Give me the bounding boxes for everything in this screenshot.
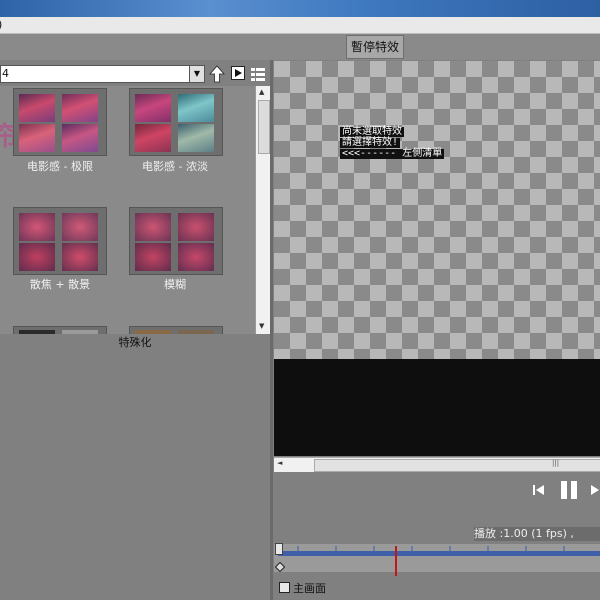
effect-tile-partial[interactable] xyxy=(129,326,223,334)
main-screen-checkbox[interactable] xyxy=(279,582,290,593)
vertical-scrollbar[interactable]: ▲ ▼ xyxy=(255,86,271,334)
title-text: ) xyxy=(0,18,2,31)
thumbnail xyxy=(178,94,214,122)
thumbnail xyxy=(135,94,171,122)
thumbnail xyxy=(62,124,98,152)
dropdown-arrow-icon[interactable]: ▼ xyxy=(189,66,204,82)
message-line: 尚未選取特效 xyxy=(340,126,404,137)
scroll-up-icon[interactable]: ▲ xyxy=(259,88,264,96)
thumbnail xyxy=(135,124,171,152)
thumbnail xyxy=(19,124,55,152)
effect-thumbnail-grid: 帘 电影感 - 极限 电影感 - 浓淡 散焦 + 散景 模糊 xyxy=(0,86,255,334)
thumbnail xyxy=(62,243,98,271)
effect-category-select[interactable]: 4 ▼ xyxy=(0,65,205,83)
timeline-ticks xyxy=(297,546,565,552)
category-value: 4 xyxy=(2,67,9,80)
list-view-icon[interactable] xyxy=(251,67,265,81)
thumbnail xyxy=(19,213,55,241)
message-line: 請選擇特效! xyxy=(340,137,401,148)
thumbnail xyxy=(178,213,214,241)
effect-tile-defocus-bokeh[interactable] xyxy=(13,207,107,275)
toolbar-strip xyxy=(0,34,600,60)
keyframe-diamond-icon[interactable] xyxy=(275,562,285,572)
message-line: <<<------ 左側清單 xyxy=(340,148,445,159)
left-panel-empty xyxy=(0,350,272,600)
thumbnail xyxy=(135,213,171,241)
skip-forward-icon[interactable] xyxy=(590,484,600,496)
effect-tile-blur[interactable] xyxy=(129,207,223,275)
skip-back-icon[interactable] xyxy=(533,484,545,496)
scroll-grip-icon: ||| xyxy=(552,459,560,467)
timeline-playhead[interactable] xyxy=(395,546,397,576)
thumbnail xyxy=(62,213,98,241)
thumbnail xyxy=(178,124,214,152)
effect-label: 模糊 xyxy=(164,278,186,291)
main-screen-label: 主画面 xyxy=(293,582,326,595)
preview-black-area xyxy=(274,359,600,456)
window-top-gradient xyxy=(0,0,600,17)
panel-divider[interactable] xyxy=(270,60,273,600)
effect-tile-partial[interactable] xyxy=(13,326,107,334)
scroll-thumb[interactable] xyxy=(258,100,270,154)
no-effect-message: 尚未選取特效 請選擇特效! <<<------ 左側清單 xyxy=(340,126,445,160)
thumbnail xyxy=(62,94,98,122)
preview-play-icon[interactable] xyxy=(231,66,245,80)
effect-tile-cinematic-extreme[interactable] xyxy=(13,88,107,156)
effect-label: 电影感 - 极限 xyxy=(27,160,93,173)
window-top-strip xyxy=(0,0,600,17)
scroll-down-icon[interactable]: ▼ xyxy=(259,322,264,330)
effect-label: 电影感 - 浓淡 xyxy=(142,160,208,173)
thumbnail xyxy=(135,243,171,271)
scroll-left-icon[interactable]: ◄ xyxy=(277,459,282,467)
pause-icon[interactable] xyxy=(559,480,579,500)
playback-status: 播放 :1.00 (1 fps) , xyxy=(474,527,600,541)
thumbnail xyxy=(19,243,55,271)
thumbnail xyxy=(19,94,55,122)
stop-effect-button[interactable]: 暫停特效 xyxy=(346,35,404,59)
timeline-start-marker[interactable] xyxy=(275,543,283,555)
thumbnail xyxy=(178,243,214,271)
preview-canvas xyxy=(274,61,600,359)
horizontal-scrollbar[interactable]: ◄ ||| xyxy=(274,457,600,472)
selected-effect-caption: 特殊化 xyxy=(118,336,152,349)
up-arrow-icon[interactable] xyxy=(209,65,225,83)
effect-tile-cinematic-intensity[interactable] xyxy=(129,88,223,156)
effect-label: 散焦 + 散景 xyxy=(29,278,91,291)
title-bar: ) xyxy=(0,17,600,34)
